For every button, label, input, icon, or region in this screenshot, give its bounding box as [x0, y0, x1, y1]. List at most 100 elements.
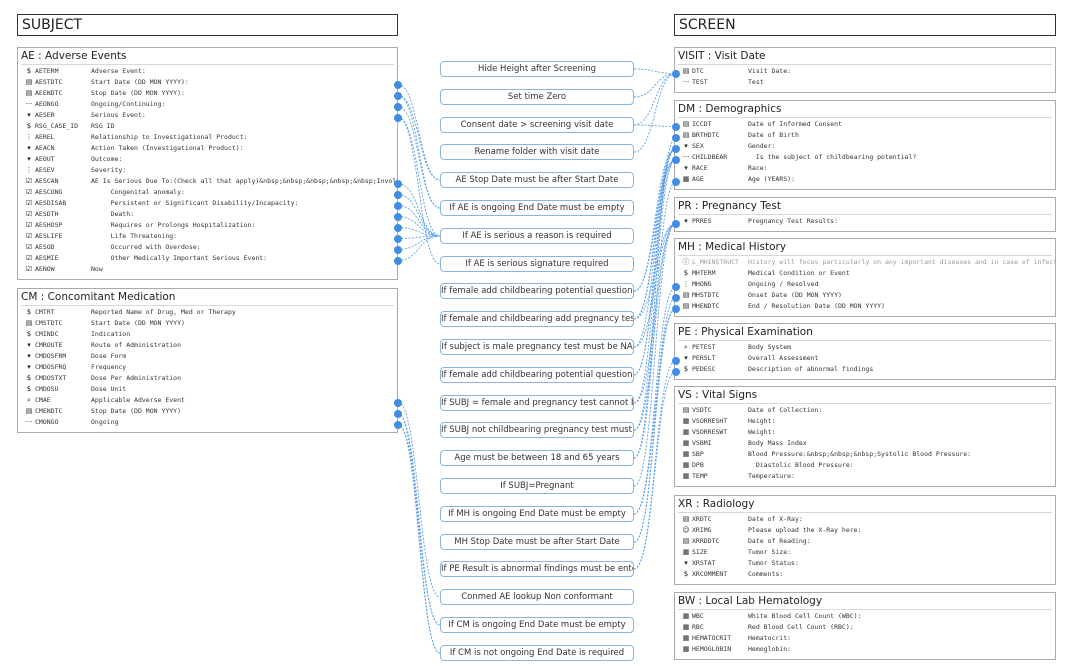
form-title[interactable]: AE : Adverse Events	[18, 49, 397, 63]
field-row-aeshosp[interactable]: ☑ AESHOSP Requires or Prolongs Hospitaliz…	[18, 220, 397, 231]
field-row-cmdostxt[interactable]: $ CMDOSTXT Dose Per Administration	[18, 373, 397, 384]
field-row-aeendtc[interactable]: ▤ AEENDTC Stop Date (DD MON YYYY):	[18, 88, 397, 99]
field-row-aesdth[interactable]: ☑ AESDTH Death:	[18, 209, 397, 220]
form-title[interactable]: CM : Concomitant Medication	[18, 290, 397, 304]
field-row-aenow[interactable]: ☑ AENOW Now	[18, 264, 397, 275]
field-row-xrrddtc[interactable]: ▤ XRRDDTC Date of Reading:	[675, 536, 1055, 547]
connection-dot[interactable]	[672, 282, 680, 291]
field-row-aerel[interactable]: ⋮ AEREL Relationship to Investigational Pr…	[18, 132, 397, 143]
connection-dot[interactable]	[394, 113, 402, 122]
connection-dot[interactable]	[394, 245, 402, 254]
field-row-cmae[interactable]: ⌕ CMAE Applicable Adverse Event	[18, 395, 397, 406]
field-row-wbc[interactable]: ▦ WBC White Blood Cell Count (WBC):	[675, 611, 1055, 622]
field-row-iccdt[interactable]: ▤ ICCDT Date of Informed Consent	[675, 119, 1055, 130]
connection-dot[interactable]	[394, 91, 402, 100]
form-title[interactable]: PE : Physical Examination	[675, 325, 1055, 339]
field-row-mhendtc[interactable]: ▤ MHENDTC End / Resolution Date (DD MON YY…	[675, 301, 1055, 312]
rule-10[interactable]: If female and childbearing add pregnancy…	[440, 311, 634, 327]
rule-17[interactable]: If MH is ongoing End Date must be empty	[440, 506, 634, 522]
field-row-cmdosfrq[interactable]: ▾ CMDOSFRQ Frequency	[18, 362, 397, 373]
connection-dot[interactable]	[394, 409, 402, 418]
rule-18[interactable]: MH Stop Date must be after Start Date	[440, 534, 634, 550]
connection-dot[interactable]	[394, 102, 402, 111]
field-row-temp[interactable]: ▦ TEMP Temperature:	[675, 471, 1055, 482]
connection-dot[interactable]	[672, 304, 680, 313]
field-row-aescong[interactable]: ☑ AESCONG Congenital anomaly:	[18, 187, 397, 198]
form-title[interactable]: VS : Vital Signs	[675, 388, 1055, 402]
connection-dot[interactable]	[672, 356, 680, 365]
field-row-mhterm[interactable]: $ MHTERM Medical Condition or Event	[675, 268, 1055, 279]
field-row-aesod[interactable]: ☑ AESOD Occurred with Overdose:	[18, 242, 397, 253]
rule-3[interactable]: Consent date > screening visit date	[440, 117, 634, 133]
field-row-mhstdtc[interactable]: ▤ MHSTDTC Onset Date (DD MON YYYY)	[675, 290, 1055, 301]
field-row-aeterm[interactable]: $ AETERM Adverse Event:	[18, 66, 397, 77]
field-row-prres[interactable]: ▾ PRRES Pregnancy Test Results:	[675, 216, 1055, 227]
field-row-aesdisab[interactable]: ☑ AESDISAB Persistent or Significant Disa…	[18, 198, 397, 209]
field-row-race[interactable]: ▾ RACE Race:	[675, 163, 1055, 174]
connection-dot[interactable]	[672, 144, 680, 153]
rule-19[interactable]: If PE Result is abnormal findings must b…	[440, 561, 634, 577]
field-row-cmstdtc[interactable]: ▤ CMSTDTC Start Date (DD MON YYYY)	[18, 318, 397, 329]
connection-dot[interactable]	[672, 155, 680, 164]
connection-dot[interactable]	[672, 122, 680, 131]
form-title[interactable]: BW : Local Lab Hematology	[675, 594, 1055, 608]
field-row-vsorresht[interactable]: ▦ VSORRESHT Height:	[675, 416, 1055, 427]
field-row-vsorreswt[interactable]: ▦ VSORRESWT Weight:	[675, 427, 1055, 438]
field-row-pedesc[interactable]: $ PEDESC Description of abnormal findings	[675, 364, 1055, 375]
field-row-cmendtc[interactable]: ▤ CMENDTC Stop Date (DD MON YYYY)	[18, 406, 397, 417]
field-row-rbc[interactable]: ▦ RBC Red Blood Cell Count (RBC):	[675, 622, 1055, 633]
field-row-cmtrt[interactable]: $ CMTRT Reported Name of Drug, Med or Ther…	[18, 307, 397, 318]
field-row-vsdtc[interactable]: ▤ VSDTC Date of Collection:	[675, 405, 1055, 416]
field-row-petest[interactable]: ⌕ PETEST Body System	[675, 342, 1055, 353]
field-row-dpb[interactable]: ▦ DPB Diastolic Blood Pressure:	[675, 460, 1055, 471]
rule-22[interactable]: If CM is not ongoing End Date is require…	[440, 645, 634, 661]
field-row-aeongo[interactable]: ··· AEONGO Ongoing/Continuing:	[18, 99, 397, 110]
form-title[interactable]: MH : Medical History	[675, 240, 1055, 254]
field-row-xrdtc[interactable]: ▤ XRDTC Date of X-Ray:	[675, 514, 1055, 525]
field-row-aesev[interactable]: ⋮ AESEV Severity:	[18, 165, 397, 176]
form-title[interactable]: XR : Radiology	[675, 497, 1055, 511]
field-row-aeout[interactable]: ▾ AEOUT Outcome:	[18, 154, 397, 165]
rule-21[interactable]: If CM is ongoing End Date must be empty	[440, 617, 634, 633]
rule-2[interactable]: Set time Zero	[440, 89, 634, 105]
connection-dot[interactable]	[672, 219, 680, 228]
connection-dot[interactable]	[394, 179, 402, 188]
connection-dot[interactable]	[394, 201, 402, 210]
field-row-cmongo[interactable]: ··· CMONGO Ongoing	[18, 417, 397, 428]
rule-5[interactable]: AE Stop Date must be after Start Date	[440, 172, 634, 188]
field-row-test[interactable]: ··· TEST Test	[675, 77, 1055, 88]
connection-dot[interactable]	[672, 177, 680, 186]
field-row-l-mhinstruct[interactable]: ⓘ L_MHINSTRUCT History will focus particul…	[675, 257, 1056, 268]
field-row-age[interactable]: ▦ AGE Age (YEARS):	[675, 174, 1055, 185]
field-row-cmdosu[interactable]: $ CMDOSU Dose Unit	[18, 384, 397, 395]
connection-dot[interactable]	[394, 223, 402, 232]
rule-6[interactable]: If AE is ongoing End Date must be empty	[440, 200, 634, 216]
connection-dot[interactable]	[394, 190, 402, 199]
field-row-xrstat[interactable]: ▾ XRSTAT Tumor Status:	[675, 558, 1055, 569]
rule-14[interactable]: If SUBJ not childbearing pregnancy test …	[440, 422, 634, 438]
rule-20[interactable]: Conmed AE lookup Non conformant	[440, 589, 634, 605]
rule-12[interactable]: If female add childbearing potential que…	[440, 367, 634, 383]
form-title[interactable]: PR : Pregnancy Test	[675, 199, 1055, 213]
connection-dot[interactable]	[394, 212, 402, 221]
field-row-cmroute[interactable]: ▾ CMROUTE Route of Administration	[18, 340, 397, 351]
field-row-hemoglobin[interactable]: ▦ HEMOGLOBIN Hemoglobin:	[675, 644, 1055, 655]
connection-dot[interactable]	[394, 398, 402, 407]
field-row-hematocrit[interactable]: ▦ HEMATOCRIT Hematocrit:	[675, 633, 1055, 644]
form-title[interactable]: VISIT : Visit Date	[675, 49, 1055, 63]
rule-7[interactable]: If AE is serious a reason is required	[440, 228, 634, 244]
rule-16[interactable]: If SUBJ=Pregnant	[440, 478, 634, 494]
field-row-xrcomment[interactable]: $ XRCOMMENT Comments:	[675, 569, 1055, 580]
field-row-sex[interactable]: ▾ SEX Gender:	[675, 141, 1055, 152]
field-row-childbear[interactable]: ··· CHILDBEAR Is the subject of childbear…	[675, 152, 1055, 163]
field-row-vsbmi[interactable]: ▦ VSBMI Body Mass Index	[675, 438, 1055, 449]
field-row-cmindc[interactable]: $ CMINDC Indication	[18, 329, 397, 340]
field-row-dtc[interactable]: ▤ DTC Visit Date:	[675, 66, 1055, 77]
field-row-aescan[interactable]: ☑ AESCAN AE Is Serious Due To:(Check all t…	[18, 176, 397, 187]
field-row-aeslife[interactable]: ☑ AESLIFE Life Threatening:	[18, 231, 397, 242]
connection-dot[interactable]	[394, 80, 402, 89]
rule-1[interactable]: Hide Height after Screening	[440, 61, 634, 77]
rule-9[interactable]: If female add childbearing potential que…	[440, 283, 634, 299]
rule-15[interactable]: Age must be between 18 and 65 years	[440, 450, 634, 466]
form-title[interactable]: DM : Demographics	[675, 102, 1055, 116]
